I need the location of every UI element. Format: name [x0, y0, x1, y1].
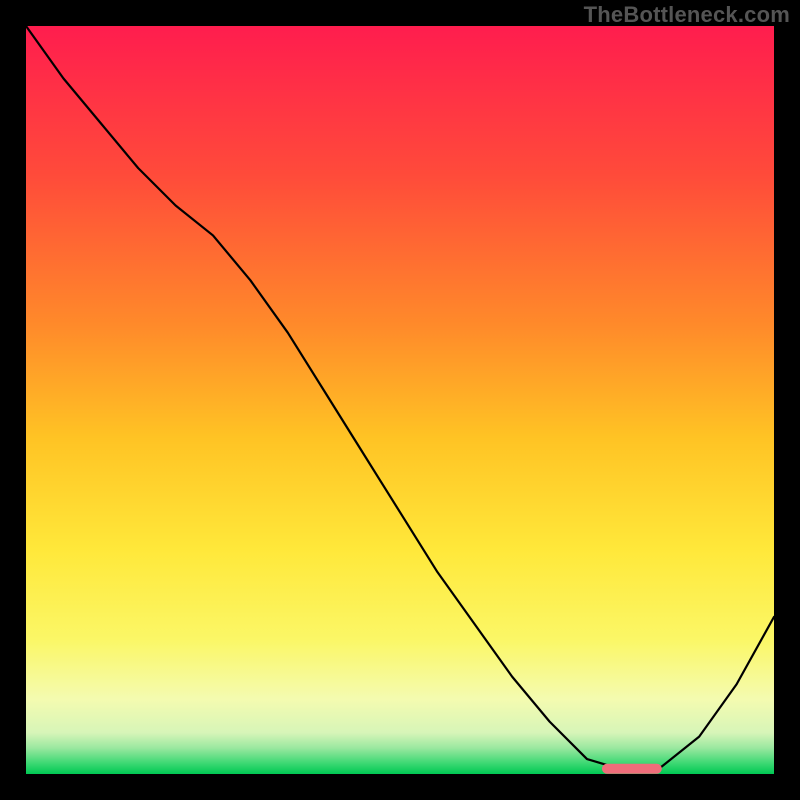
plot-frame	[26, 26, 774, 774]
chart-stage: TheBottleneck.com	[0, 0, 800, 800]
optimum-marker	[602, 764, 662, 774]
bottleneck-chart	[26, 26, 774, 774]
chart-background	[26, 26, 774, 774]
watermark-label: TheBottleneck.com	[584, 2, 790, 28]
